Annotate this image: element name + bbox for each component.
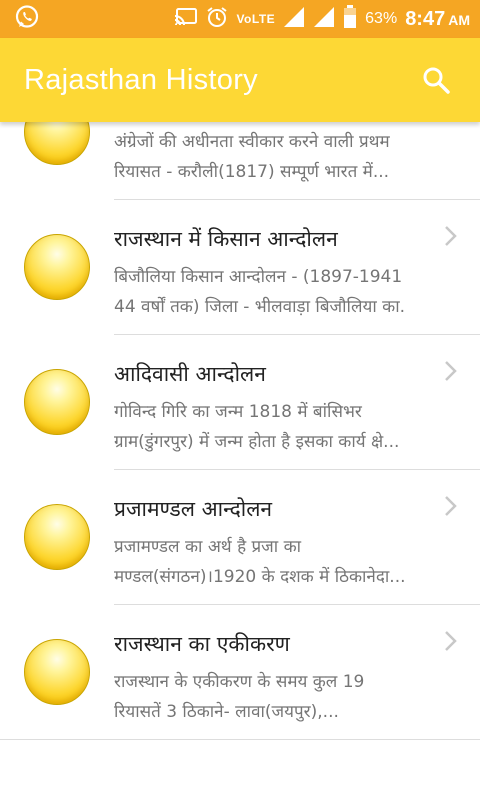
battery-percent: 63% bbox=[365, 10, 398, 27]
item-description-line-1: गोविन्द गिरि का जन्म 1818 में बांसिभर bbox=[114, 402, 362, 422]
item-description: प्रजामण्डल का अर्थ है प्रजा का मण्डल(संग… bbox=[114, 532, 462, 592]
topic-thumbnail bbox=[24, 234, 90, 300]
item-description-line-1: अंग्रेजों की अधीनता स्वीकार करने वाली प्… bbox=[114, 132, 390, 152]
alarm-icon bbox=[206, 6, 228, 33]
chevron-right-icon bbox=[445, 496, 457, 516]
topic-thumbnail bbox=[24, 639, 90, 705]
topic-thumbnail bbox=[24, 122, 90, 165]
item-description-line-1: राजस्थान के एकीकरण के समय कुल 19 bbox=[114, 672, 365, 692]
item-title: राजस्थान में किसान आन्दोलन bbox=[114, 227, 338, 251]
chevron-right-icon bbox=[445, 361, 457, 381]
status-bar: VoLTE 63% 8:47 AM bbox=[0, 0, 480, 38]
app-title: Rajasthan History bbox=[24, 63, 258, 96]
status-left bbox=[14, 4, 40, 34]
item-description: अंग्रेजों की अधीनता स्वीकार करने वाली प्… bbox=[114, 127, 462, 187]
chevron-right-icon bbox=[445, 631, 457, 651]
item-description-line-2: मण्डल(संगठन)।1920 के दशक में ठिकानेदा... bbox=[114, 567, 406, 587]
clock-ampm: AM bbox=[448, 11, 470, 28]
topic-list[interactable]: 1857 का विद्रोह अंग्रेजों की अधीनता स्वी… bbox=[0, 122, 480, 800]
cast-icon bbox=[174, 7, 198, 32]
topic-thumbnail bbox=[24, 504, 90, 570]
item-description-line-1: प्रजामण्डल का अर्थ है प्रजा का bbox=[114, 537, 302, 557]
item-title: प्रजामण्डल आन्दोलन bbox=[114, 497, 273, 521]
list-item[interactable]: राजस्थान में किसान आन्दोलन बिजौलिया किसा… bbox=[0, 200, 480, 335]
signal-icon bbox=[283, 6, 305, 33]
volte-label: VoLTE bbox=[236, 12, 276, 26]
search-icon bbox=[423, 67, 450, 94]
item-title: राजस्थान का एकीकरण bbox=[114, 632, 290, 656]
item-description-line-2: ग्राम(डुंगरपुर) में जन्म होता है इसका का… bbox=[114, 432, 400, 452]
status-right: VoLTE 63% 8:47 AM bbox=[174, 4, 470, 34]
clock: 8:47 AM bbox=[405, 8, 470, 31]
search-button[interactable] bbox=[418, 62, 454, 98]
list-item[interactable]: प्रजामण्डल आन्दोलन प्रजामण्डल का अर्थ है… bbox=[0, 470, 480, 605]
list-item[interactable]: राजस्थान का एकीकरण राजस्थान के एकीकरण के… bbox=[0, 605, 480, 740]
item-description-line-2: रियासतें 3 ठिकाने- लावा(जयपुर),... bbox=[114, 702, 339, 722]
signal-icon-2 bbox=[313, 6, 335, 33]
topic-list-inner: 1857 का विद्रोह अंग्रेजों की अधीनता स्वी… bbox=[0, 122, 480, 740]
item-description: राजस्थान के एकीकरण के समय कुल 19 रियासते… bbox=[114, 667, 462, 727]
item-title: आदिवासी आन्दोलन bbox=[114, 362, 266, 386]
item-description: गोविन्द गिरि का जन्म 1818 में बांसिभर ग्… bbox=[114, 397, 462, 457]
item-description-line-2: रियासत - करौली(1817) सम्पूर्ण भारत में..… bbox=[114, 162, 390, 182]
chevron-right-icon bbox=[445, 226, 457, 246]
list-divider bbox=[0, 739, 480, 740]
whatsapp-icon bbox=[14, 4, 40, 34]
battery-icon bbox=[343, 4, 357, 34]
list-item[interactable]: 1857 का विद्रोह अंग्रेजों की अधीनता स्वी… bbox=[0, 122, 480, 200]
item-description-line-2: 44 वर्षों तक) जिला - भीलवाड़ा बिजौलिया क… bbox=[114, 297, 406, 317]
clock-time: 8:47 bbox=[405, 7, 446, 30]
item-description-line-1: बिजौलिया किसान आन्दोलन - (1897-1941 bbox=[114, 267, 403, 287]
item-description: बिजौलिया किसान आन्दोलन - (1897-1941 44 व… bbox=[114, 262, 462, 322]
app-bar: Rajasthan History bbox=[0, 38, 480, 122]
list-item[interactable]: आदिवासी आन्दोलन गोविन्द गिरि का जन्म 181… bbox=[0, 335, 480, 470]
topic-thumbnail bbox=[24, 369, 90, 435]
